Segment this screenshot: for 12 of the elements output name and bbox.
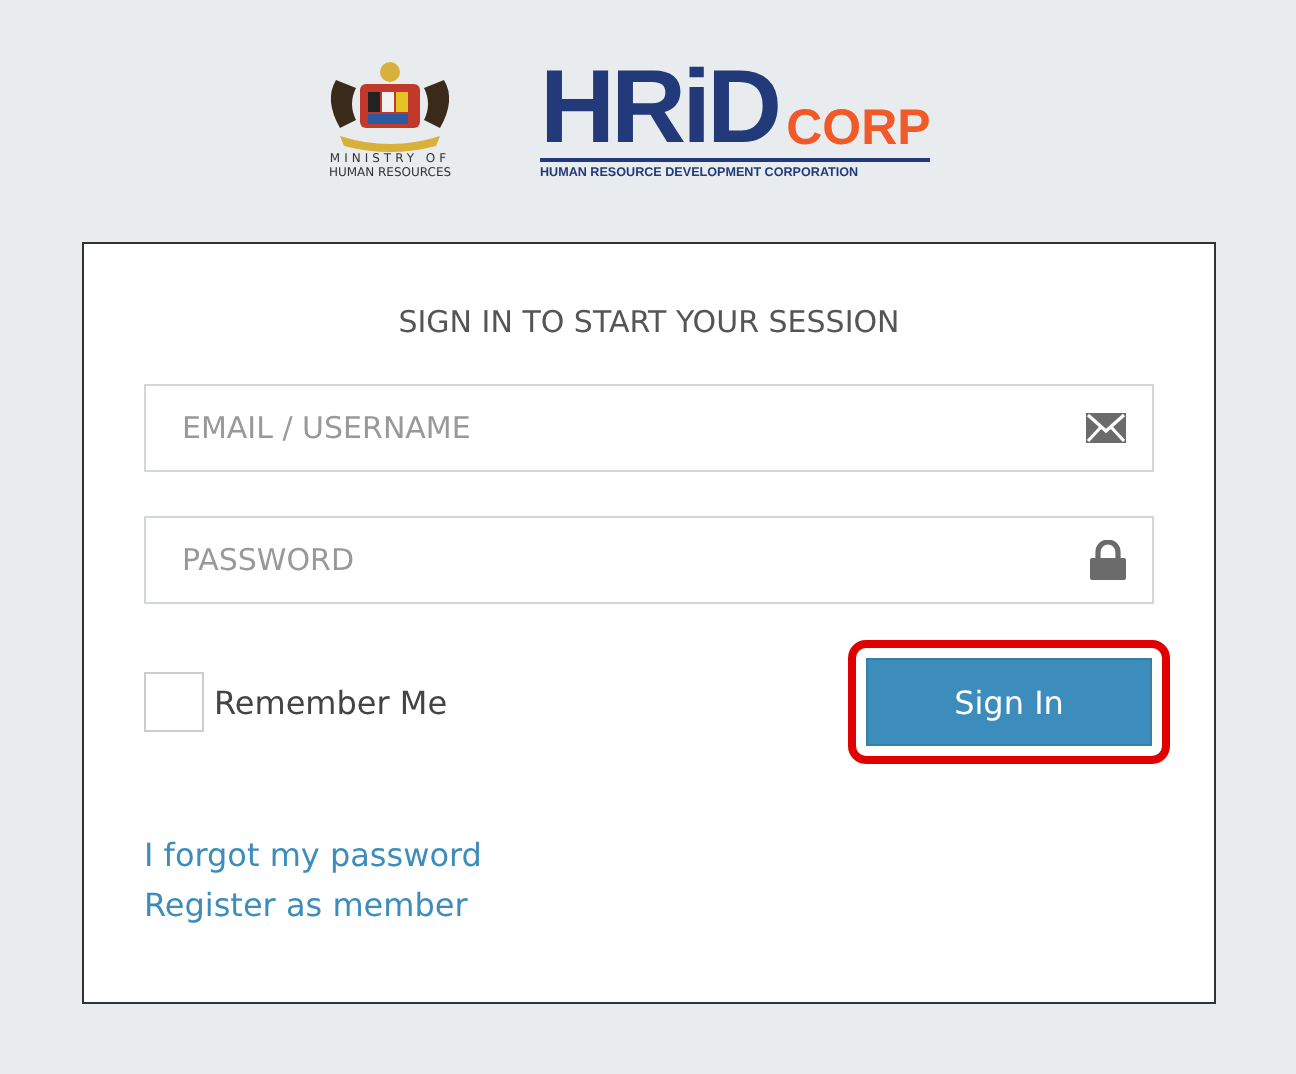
lock-icon [1090, 540, 1126, 580]
brand-wordmark: HRiD [540, 64, 779, 152]
text-link[interactable]: I forgot my password [144, 836, 482, 874]
sign-in-button[interactable]: Sign In [866, 658, 1152, 746]
envelope-icon [1086, 413, 1126, 443]
email-field[interactable]: EMAIL / USERNAME [144, 384, 1154, 472]
brand-suffix: CORP [786, 104, 931, 152]
text-link[interactable]: Register as member [144, 886, 468, 924]
remember-label: Remember Me [214, 683, 448, 721]
remember-checkbox[interactable] [144, 672, 204, 732]
password-field[interactable]: PASSWORD [144, 516, 1154, 604]
login-heading: SIGN IN TO START YOUR SESSION [396, 304, 902, 340]
